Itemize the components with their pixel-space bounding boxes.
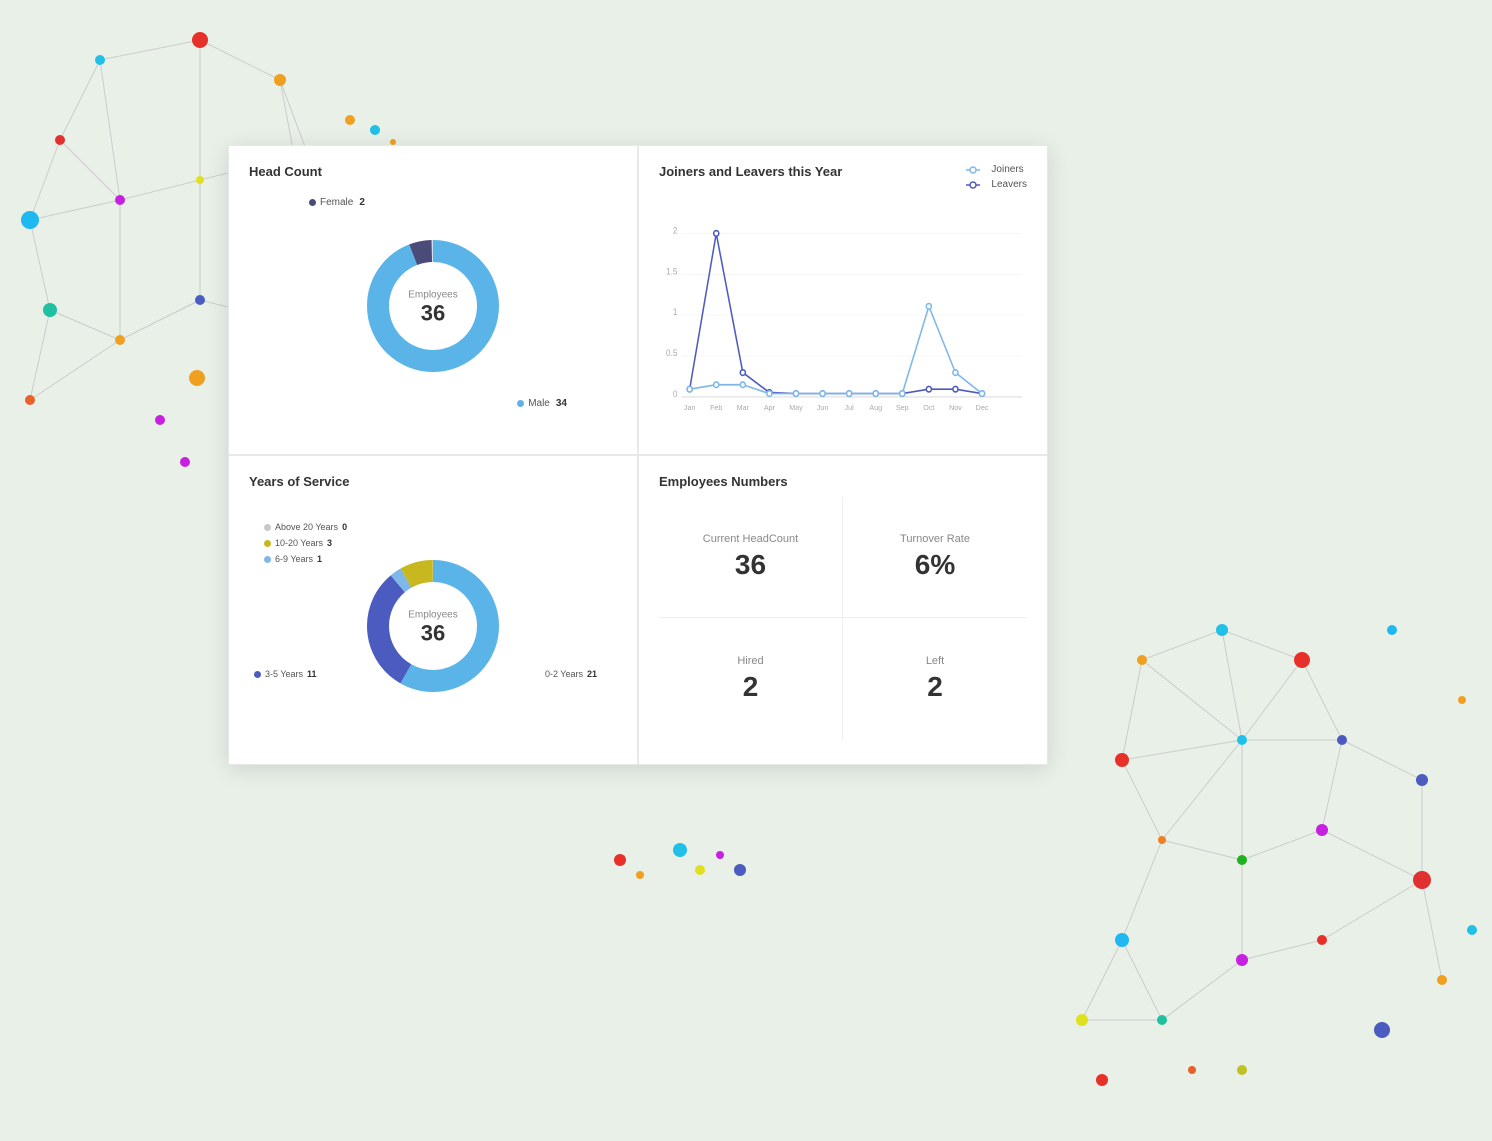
current-headcount-value: 36 [735,549,766,581]
joiners-legend-icon [966,165,986,175]
yos-total: 36 [408,621,457,647]
joiners-leavers-panel: Joiners and Leavers this Year Joiners Le… [638,145,1048,455]
yos-above20-label: Above 20 Years [275,522,338,532]
yos-3-5-dot [254,671,261,678]
svg-text:2: 2 [673,225,678,235]
yos-0-2-value: 21 [587,669,597,679]
yos-donut-area: Above 20 Years 0 10-20 Years 3 6-9 Years… [249,497,617,739]
yos-employees-label: Employees [408,610,457,621]
yos-above20-value: 0 [342,522,347,532]
left-label: Left [926,655,944,667]
head-count-employees-label: Employees [408,290,457,301]
leavers-legend-label: Leavers [991,179,1027,190]
left-value: 2 [927,671,943,703]
yos-3-5-label: 3-5 Years [265,669,303,679]
head-count-donut-area: Female 2 Employees 36 [249,187,617,429]
joiners-leavers-svg: 0 0.5 1 1.5 2 Jan Feb Mar Apr [659,187,1027,419]
male-dot [517,400,524,407]
svg-text:Jun: Jun [817,403,829,412]
female-value: 2 [359,197,365,208]
svg-text:Jan: Jan [684,403,696,412]
svg-text:May: May [789,403,803,412]
yos-above20-legend: Above 20 Years 0 [264,522,347,532]
svg-text:Apr: Apr [764,403,776,412]
yos-6-9-legend: 6-9 Years 1 [264,554,347,564]
yos-0-2-label: 0-2 Years [545,669,583,679]
joiners-legend-label: Joiners [991,164,1023,175]
hired-value: 2 [743,671,759,703]
yos-legends: Above 20 Years 0 10-20 Years 3 6-9 Years… [264,522,347,564]
svg-text:Dec: Dec [976,403,989,412]
years-of-service-panel: Years of Service Above 20 Years 0 10-20 … [228,455,638,765]
svg-text:Sep: Sep [896,403,909,412]
svg-text:Jul: Jul [845,403,854,412]
yos-0-2-legend: 0-2 Years 21 [545,669,597,679]
current-headcount-cell: Current HeadCount 36 [659,497,843,618]
svg-text:Feb: Feb [710,403,722,412]
dashboard: Head Count Female 2 [228,145,1048,765]
joiners-leavers-legend: Joiners Leavers [966,164,1027,190]
leavers-legend-icon [966,180,986,190]
left-cell: Left 2 [843,618,1027,739]
hired-cell: Hired 2 [659,618,843,739]
yos-above20-dot [264,524,271,531]
svg-text:0: 0 [673,389,678,399]
yos-6-9-dot [264,556,271,563]
yos-6-9-label: 6-9 Years [275,554,313,564]
svg-text:1.5: 1.5 [666,266,678,276]
yos-3-5-value: 11 [307,669,317,679]
svg-text:Nov: Nov [949,403,962,412]
turnover-rate-label: Turnover Rate [900,533,970,545]
years-of-service-title: Years of Service [249,474,617,489]
numbers-grid: Current HeadCount 36 Turnover Rate 6% Hi… [659,497,1027,739]
yos-10-20-label: 10-20 Years [275,538,323,548]
joiners-legend-item: Joiners [966,164,1027,175]
male-label: Male [528,398,550,409]
svg-text:0.5: 0.5 [666,348,678,358]
yos-10-20-value: 3 [327,538,332,548]
leavers-legend-item: Leavers [966,179,1027,190]
head-count-title: Head Count [249,164,617,179]
yos-3-5-legend: 3-5 Years 11 [254,669,317,679]
female-legend: Female 2 [309,197,365,208]
svg-text:Oct: Oct [923,403,935,412]
female-dot [309,199,316,206]
yos-donut: Employees 36 [358,551,508,706]
yos-10-20-legend: 10-20 Years 3 [264,538,347,548]
yos-10-20-dot [264,540,271,547]
head-count-center-label: Employees 36 [408,290,457,327]
male-legend: Male 34 [517,398,567,409]
employees-numbers-panel: Employees Numbers Current HeadCount 36 T… [638,455,1048,765]
svg-text:Aug: Aug [869,403,882,412]
current-headcount-label: Current HeadCount [703,533,798,545]
head-count-donut: Employees 36 [358,231,508,386]
yos-center-label: Employees 36 [408,610,457,647]
turnover-rate-cell: Turnover Rate 6% [843,497,1027,618]
turnover-rate-value: 6% [915,549,955,581]
svg-text:Mar: Mar [737,403,750,412]
female-label: Female [320,197,353,208]
hired-label: Hired [737,655,763,667]
head-count-panel: Head Count Female 2 [228,145,638,455]
joiners-leavers-chart: 0 0.5 1 1.5 2 Jan Feb Mar Apr [659,187,1027,419]
svg-text:1: 1 [673,307,678,317]
head-count-total: 36 [408,301,457,327]
male-value: 34 [556,398,567,409]
employees-numbers-title: Employees Numbers [659,474,1027,489]
yos-6-9-value: 1 [317,554,322,564]
network-right [1042,580,1492,1100]
